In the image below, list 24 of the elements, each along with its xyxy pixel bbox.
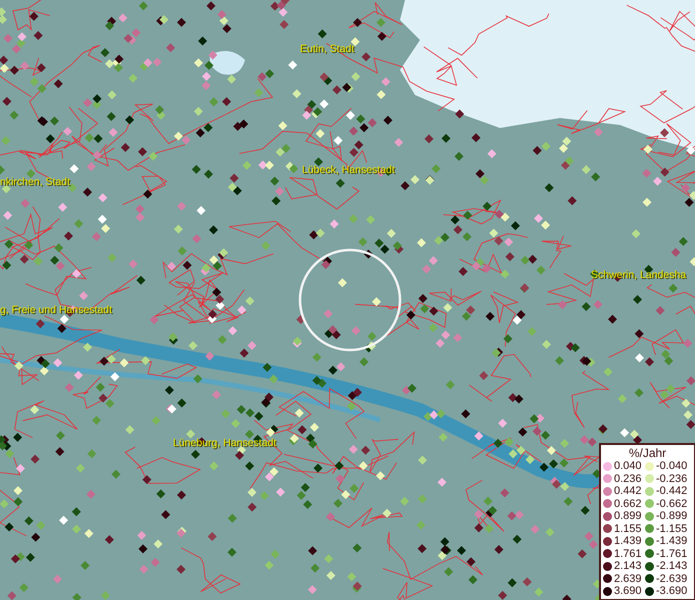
legend-value: -1.761 — [656, 548, 688, 560]
legend-value: 1.761 — [614, 548, 642, 560]
legend-value: -0.899 — [656, 510, 688, 522]
legend-value: 0.040 — [614, 460, 642, 472]
legend-value: -0.662 — [656, 498, 688, 510]
legend-value: 1.439 — [614, 535, 642, 548]
place-label: nkirchen, Stadt — [0, 176, 70, 188]
legend-value: 2.143 — [614, 560, 642, 572]
legend-title: %/Jahr — [628, 446, 668, 460]
legend-value: -3.690 — [656, 585, 688, 598]
legend-value: 0.236 — [614, 472, 642, 485]
legend-value: -2.639 — [656, 572, 688, 585]
legend-value: 3.690 — [614, 585, 642, 598]
legend-value: -0.236 — [656, 472, 688, 485]
legend-value: -1.439 — [656, 535, 688, 548]
legend-value: -0.040 — [656, 460, 688, 472]
legend-value: 1.155 — [614, 522, 642, 535]
legend-value: -1.155 — [656, 522, 688, 535]
legend-value: -0.442 — [656, 485, 688, 498]
legend-value: 0.442 — [614, 485, 642, 498]
legend-value: 0.899 — [614, 510, 642, 522]
legend-value: 2.639 — [614, 572, 642, 585]
legend-value: -2.143 — [656, 560, 688, 572]
legend-value: 0.662 — [614, 498, 642, 510]
